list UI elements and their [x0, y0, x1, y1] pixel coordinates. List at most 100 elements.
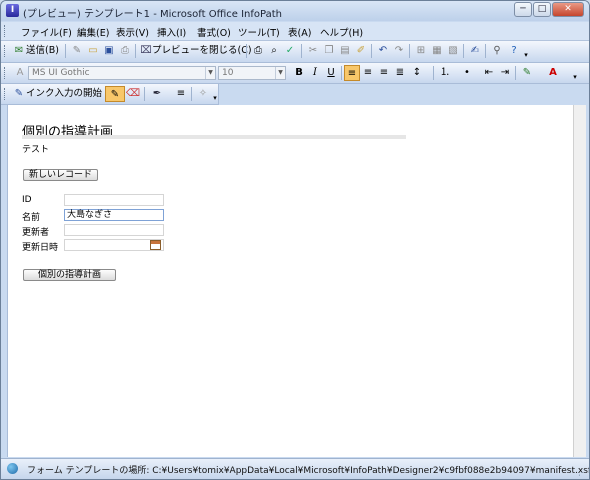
menu-edit[interactable]: 編集(E) [77, 25, 109, 39]
menu-grip[interactable] [4, 25, 8, 37]
minimize-button[interactable]: ─ [514, 2, 532, 17]
menu-format[interactable]: 書式(O) [197, 25, 231, 39]
id-field[interactable] [64, 194, 164, 206]
italic-icon[interactable]: I [307, 65, 323, 81]
bullets-icon[interactable]: • [459, 65, 475, 81]
toolbar-overflow-icon[interactable]: ▾ [571, 65, 579, 81]
spelling-icon[interactable]: ✓ [282, 43, 298, 59]
separator [409, 44, 410, 58]
menu-help[interactable]: ヘルプ(H) [320, 25, 363, 39]
ink-toolbar: ✎ インク入力の開始 ✎ ⌫ ✒ ≡ ✧ ▾ [1, 84, 219, 105]
toolbar-overflow-icon[interactable]: ▾ [522, 43, 530, 59]
toolbar-overflow-icon[interactable]: ▾ [211, 86, 219, 102]
calendar-icon[interactable] [150, 240, 161, 250]
align-center-icon[interactable]: ≡ [360, 65, 376, 81]
line-spacing-icon[interactable]: ↕ [409, 65, 425, 81]
align-right-icon[interactable]: ≡ [376, 65, 392, 81]
toolbar-grip[interactable] [4, 88, 8, 100]
app-window: I (プレビュー) テンプレート1 - Microsoft Office Inf… [0, 0, 590, 480]
updated-at-label: 更新日時 [22, 243, 59, 253]
separator [144, 87, 145, 101]
separator [515, 66, 516, 80]
save-icon[interactable]: ▣ [101, 43, 117, 59]
justify-icon[interactable]: ≣ [392, 65, 408, 81]
font-size-combo[interactable]: 10 ▼ [218, 66, 286, 80]
vertical-scrollbar[interactable] [573, 105, 586, 457]
start-ink-button[interactable]: インク入力の開始 [26, 86, 102, 102]
globe-icon [7, 463, 18, 474]
menu-tools[interactable]: ツール(T) [238, 25, 280, 39]
form-canvas: 個別の指導計画 テスト 新しいレコード ID 名前 大島なぎさ 更新者 更新日時… [7, 105, 574, 457]
updated-at-field[interactable] [64, 239, 164, 251]
digital-signature-icon[interactable]: ✍ [467, 43, 483, 59]
menu-insert[interactable]: 挿入(I) [157, 25, 186, 39]
chevron-down-icon[interactable]: ▼ [205, 67, 215, 79]
insert-table-icon[interactable]: ⊞ [413, 43, 429, 59]
menu-file[interactable]: ファイル(F) [21, 25, 72, 39]
bold-icon[interactable]: B [291, 65, 307, 81]
resize-grip-icon[interactable]: ⋰ [578, 468, 586, 477]
print-preview-icon[interactable]: ⌕ [266, 43, 282, 59]
form-subtitle: テスト [22, 145, 50, 155]
name-label: 名前 [22, 213, 41, 223]
title-underline [22, 135, 406, 139]
close-preview-button[interactable]: プレビューを閉じる(C) [152, 43, 252, 59]
redo-icon[interactable]: ↷ [391, 43, 407, 59]
copy-icon[interactable]: ❐ [321, 43, 337, 59]
styles-icon[interactable]: A [12, 65, 28, 81]
research-icon[interactable]: ⚲ [489, 43, 505, 59]
close-button[interactable]: ✕ [552, 2, 584, 17]
menu-table[interactable]: 表(A) [288, 25, 311, 39]
cut-icon[interactable]: ✂ [305, 43, 321, 59]
plan-button[interactable]: 個別の指導計画 [23, 269, 116, 281]
new-record-button[interactable]: 新しいレコード [23, 169, 98, 181]
menu-view[interactable]: 表示(V) [116, 25, 149, 39]
separator [341, 66, 342, 80]
toolbar-grip[interactable] [4, 67, 8, 79]
undo-icon[interactable]: ↶ [375, 43, 391, 59]
title-bar: I (プレビュー) テンプレート1 - Microsoft Office Inf… [1, 1, 589, 21]
paste-icon[interactable]: ▤ [337, 43, 353, 59]
design-icon[interactable]: ✎ [69, 43, 85, 59]
align-left-icon[interactable]: ≡ [344, 65, 360, 81]
updated-by-label: 更新者 [22, 228, 50, 238]
print-icon[interactable]: ⎙ [117, 43, 133, 59]
font-name-combo[interactable]: MS UI Gothic ▼ [28, 66, 216, 80]
name-field[interactable]: 大島なぎさ [64, 209, 164, 221]
highlight-icon[interactable]: ✎ [519, 65, 535, 81]
underline-icon[interactable]: U [323, 65, 339, 81]
separator [485, 44, 486, 58]
open-icon[interactable]: ▭ [85, 43, 101, 59]
format-painter-icon[interactable]: ✐ [353, 43, 369, 59]
numbering-icon[interactable]: ⒈ [437, 65, 453, 81]
insert-picture-icon[interactable]: ▦ [429, 43, 445, 59]
separator [463, 44, 464, 58]
ink-select-icon[interactable]: ✧ [195, 86, 211, 102]
increase-indent-icon[interactable]: ⇥ [497, 65, 513, 81]
separator [433, 66, 434, 80]
print-button-icon[interactable]: ⎙ [250, 43, 266, 59]
ink-color-icon[interactable]: ✒ [149, 86, 165, 102]
pen-color-icon[interactable]: ✎ [105, 86, 125, 102]
font-color-icon[interactable]: A [545, 65, 561, 81]
font-name-value: MS UI Gothic [32, 68, 90, 78]
updated-by-field[interactable] [64, 224, 164, 236]
separator [301, 44, 302, 58]
maximize-button[interactable]: □ [533, 2, 551, 17]
insert-hyperlink-icon[interactable]: ▧ [445, 43, 461, 59]
separator [371, 44, 372, 58]
window-title: (プレビュー) テンプレート1 - Microsoft Office InfoP… [23, 9, 282, 20]
ink-weight-icon[interactable]: ≡ [173, 86, 189, 102]
eraser-icon[interactable]: ⌫ [125, 86, 141, 102]
toolbar-grip[interactable] [4, 45, 8, 57]
help-icon[interactable]: ? [506, 43, 522, 59]
menu-bar: ファイル(F) 編集(E) 表示(V) 挿入(I) 書式(O) ツール(T) 表… [1, 22, 589, 41]
send-icon: ✉ [14, 45, 24, 56]
separator [246, 44, 247, 58]
infopath-app-icon[interactable]: I [6, 4, 19, 17]
font-size-value: 10 [222, 68, 234, 78]
id-label: ID [22, 195, 32, 205]
decrease-indent-icon[interactable]: ⇤ [481, 65, 497, 81]
chevron-down-icon[interactable]: ▼ [275, 67, 285, 79]
send-button[interactable]: 送信(B) [26, 43, 59, 59]
